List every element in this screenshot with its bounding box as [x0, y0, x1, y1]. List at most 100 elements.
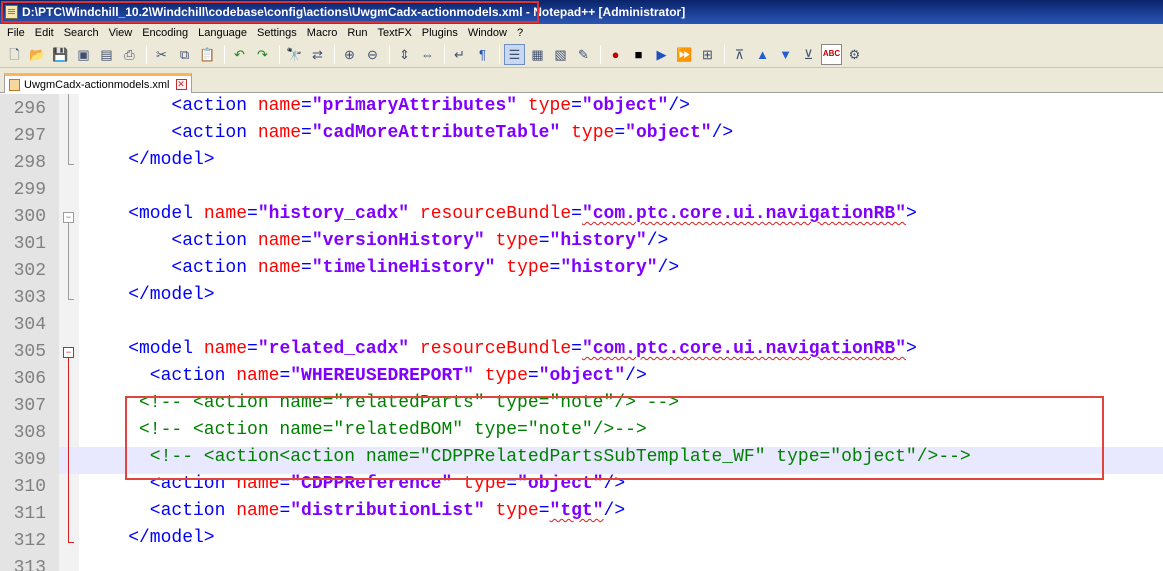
line-number: 309: [0, 447, 59, 474]
fold-toggle-icon[interactable]: −: [63, 347, 74, 358]
tab-bar: UwgmCadx-actionmodels.xml ✕: [0, 68, 1163, 93]
code-text: <action name="timelineHistory" type="his…: [171, 258, 680, 278]
toolbar: 🗋 📂 💾 ▣ ▤ ⎙ ✂ ⧉ 📋 ↶ ↷ 🔭 ⇄ ⊕ ⊖ ⇕ ⇔ ↵ ¶ ☰ ▦ ▧ ✎ ● ■ ▶ ⏩ ⊞ ⊼ ▲ ▼ ⊻ ABC ⚙: [0, 41, 1163, 68]
print-icon[interactable]: ⎙: [119, 44, 140, 65]
code-line-313[interactable]: 313: [0, 555, 1163, 571]
line-number: 308: [13, 423, 46, 443]
redo-icon[interactable]: ↷: [252, 44, 273, 65]
code-text: <!-- <action name="relatedParts" type="n…: [139, 393, 680, 413]
fold-end-marker: [68, 542, 74, 543]
move-up-icon[interactable]: ▲: [752, 44, 773, 65]
sync-horizontal-icon[interactable]: ⇔: [417, 44, 438, 65]
fold-line: [68, 94, 69, 164]
menu-textfx[interactable]: TextFX: [373, 27, 417, 39]
menu-macro[interactable]: Macro: [302, 27, 343, 39]
fold-end-marker: [68, 164, 74, 165]
run-macro-multiple-icon[interactable]: ⏩: [674, 44, 695, 65]
menu-settings[interactable]: Settings: [252, 27, 302, 39]
code-text: <action name="primaryAttributes" type="o…: [171, 96, 690, 116]
zoom-out-icon[interactable]: ⊖: [362, 44, 383, 65]
code-line-302[interactable]: 302 <action name="timelineHistory" type="…: [0, 258, 1163, 285]
toolbar-separator: [334, 44, 335, 64]
toolbar-separator: [146, 44, 147, 64]
code-line-299[interactable]: 299: [0, 177, 1163, 204]
stop-macro-icon[interactable]: ■: [628, 44, 649, 65]
code-line-309[interactable]: 309 <!-- <action<action name="CDPPRelated…: [0, 447, 1163, 474]
code-text: <!-- <action name="relatedBOM" type="not…: [139, 420, 647, 440]
menu-help[interactable]: ?: [512, 27, 528, 39]
cut-icon[interactable]: ✂: [151, 44, 172, 65]
sync-vertical-icon[interactable]: ⇕: [394, 44, 415, 65]
play-macro-icon[interactable]: ▶: [651, 44, 672, 65]
collapse-icon[interactable]: ⊼: [729, 44, 750, 65]
code-text: </model>: [128, 285, 215, 305]
title-bar[interactable]: D:\PTC\Windchill_10.2\Windchill\codebase…: [0, 0, 1163, 24]
save-all-icon[interactable]: ▣: [73, 44, 94, 65]
doc-map-icon[interactable]: ▧: [550, 44, 571, 65]
save-macro-icon[interactable]: ⊞: [697, 44, 718, 65]
file-tab-icon: [9, 78, 20, 91]
notepadpp-app-icon[interactable]: [5, 5, 18, 19]
save-icon[interactable]: 💾: [50, 44, 71, 65]
code-line-300[interactable]: 300 <model name="history_cadx" resourceBu…: [0, 204, 1163, 231]
code-line-310[interactable]: 310 <action name="CDPPReference" type="ob…: [0, 474, 1163, 501]
fold-line: [68, 358, 69, 542]
move-down-icon[interactable]: ▼: [775, 44, 796, 65]
menu-encoding[interactable]: Encoding: [137, 27, 193, 39]
code-line-298[interactable]: 298 </model>: [0, 150, 1163, 177]
find-icon[interactable]: 🔭: [284, 44, 305, 65]
close-file-icon[interactable]: ▤: [96, 44, 117, 65]
copy-icon[interactable]: ⧉: [174, 44, 195, 65]
new-file-icon[interactable]: 🗋: [4, 44, 25, 65]
code-line-312[interactable]: 312 </model>: [0, 528, 1163, 555]
line-number: 313: [13, 558, 46, 571]
user-defined-lang-icon[interactable]: ✎: [573, 44, 594, 65]
close-tab-icon[interactable]: ✕: [175, 79, 187, 90]
plugin-icon[interactable]: ⚙: [844, 44, 865, 65]
open-file-icon[interactable]: 📂: [27, 44, 48, 65]
menu-bar: File Edit Search View Encoding Language Settin…: [0, 24, 1163, 41]
code-line-304[interactable]: 304: [0, 312, 1163, 339]
expand-icon[interactable]: ⊻: [798, 44, 819, 65]
line-number: 304: [13, 315, 46, 335]
menu-language[interactable]: Language: [193, 27, 252, 39]
menu-plugins[interactable]: Plugins: [417, 27, 463, 39]
code-line-311[interactable]: 311 <action name="distributionList" type=…: [0, 501, 1163, 528]
code-line-307[interactable]: 307 <!-- <action name="relatedParts" type…: [0, 393, 1163, 420]
fold-toggle-icon[interactable]: −: [63, 212, 74, 223]
record-macro-icon[interactable]: ●: [605, 44, 626, 65]
code-line-306[interactable]: 306 <action name="WHEREUSEDREPORT" type="…: [0, 366, 1163, 393]
line-number: 299: [13, 180, 46, 200]
undo-icon[interactable]: ↶: [229, 44, 250, 65]
word-wrap-icon[interactable]: ↵: [449, 44, 470, 65]
spell-check-icon[interactable]: ABC: [821, 43, 842, 65]
code-line-296[interactable]: 296 <action name="primaryAttributes" type…: [0, 96, 1163, 123]
function-list-icon[interactable]: ▦: [527, 44, 548, 65]
code-text: <!-- <action<action name="CDPPRelatedPar…: [149, 447, 971, 467]
menu-search[interactable]: Search: [59, 27, 104, 39]
line-number: 302: [13, 261, 46, 281]
toolbar-separator: [224, 44, 225, 64]
menu-window[interactable]: Window: [463, 27, 512, 39]
replace-icon[interactable]: ⇄: [307, 44, 328, 65]
editor-area[interactable]: 296 <action name="primaryAttributes" type…: [0, 94, 1163, 571]
line-number: 306: [13, 369, 46, 389]
code-line-308[interactable]: 308 <!-- <action name="relatedBOM" type="…: [0, 420, 1163, 447]
menu-file[interactable]: File: [2, 27, 30, 39]
code-line-301[interactable]: 301 <action name="versionHistory" type="h…: [0, 231, 1163, 258]
menu-view[interactable]: View: [104, 27, 138, 39]
paste-icon[interactable]: 📋: [197, 44, 218, 65]
zoom-in-icon[interactable]: ⊕: [339, 44, 360, 65]
toolbar-separator: [499, 44, 500, 64]
file-tab[interactable]: UwgmCadx-actionmodels.xml ✕: [4, 73, 192, 93]
line-number: 300: [13, 207, 46, 227]
code-text: <action name="WHEREUSEDREPORT" type="obj…: [149, 366, 647, 386]
menu-run[interactable]: Run: [342, 27, 372, 39]
menu-edit[interactable]: Edit: [30, 27, 59, 39]
show-all-chars-icon[interactable]: ¶: [472, 44, 493, 65]
code-text: <action name="distributionList" type="tg…: [149, 501, 626, 521]
indent-guide-icon[interactable]: ☰: [504, 43, 525, 65]
code-line-305[interactable]: 305 <model name="related_cadx" resourceBu…: [0, 339, 1163, 366]
code-line-297[interactable]: 297 <action name="cadMoreAttributeTable" …: [0, 123, 1163, 150]
code-line-303[interactable]: 303 </model>: [0, 285, 1163, 312]
